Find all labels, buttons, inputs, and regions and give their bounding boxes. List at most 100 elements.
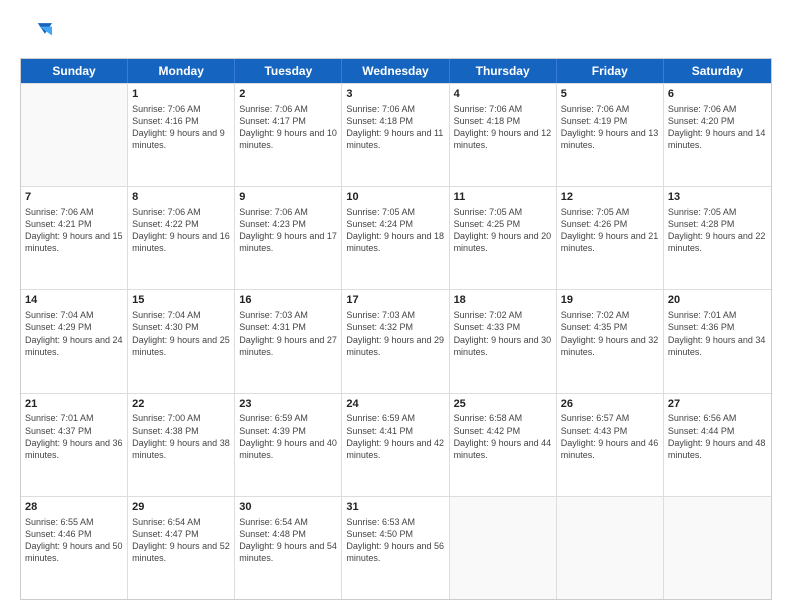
calendar-day-10: 10Sunrise: 7:05 AMSunset: 4:24 PMDayligh… [342,187,449,289]
calendar-week-2: 7Sunrise: 7:06 AMSunset: 4:21 PMDaylight… [21,186,771,289]
calendar-week-5: 28Sunrise: 6:55 AMSunset: 4:46 PMDayligh… [21,496,771,599]
day-number: 22 [132,397,230,412]
calendar-day-22: 22Sunrise: 7:00 AMSunset: 4:38 PMDayligh… [128,394,235,496]
day-info: Sunrise: 7:00 AMSunset: 4:38 PMDaylight:… [132,412,230,461]
day-info: Sunrise: 7:06 AMSunset: 4:22 PMDaylight:… [132,206,230,255]
day-info: Sunrise: 7:03 AMSunset: 4:32 PMDaylight:… [346,309,444,358]
header-day-sunday: Sunday [21,59,128,83]
calendar-header: SundayMondayTuesdayWednesdayThursdayFrid… [21,59,771,83]
day-number: 28 [25,500,123,515]
day-number: 8 [132,190,230,205]
day-info: Sunrise: 6:54 AMSunset: 4:48 PMDaylight:… [239,516,337,565]
calendar-day-28: 28Sunrise: 6:55 AMSunset: 4:46 PMDayligh… [21,497,128,599]
calendar-week-3: 14Sunrise: 7:04 AMSunset: 4:29 PMDayligh… [21,289,771,392]
day-number: 6 [668,87,767,102]
logo-icon [20,16,52,48]
calendar-day-18: 18Sunrise: 7:02 AMSunset: 4:33 PMDayligh… [450,290,557,392]
day-info: Sunrise: 7:02 AMSunset: 4:35 PMDaylight:… [561,309,659,358]
header-day-monday: Monday [128,59,235,83]
calendar-empty-cell [450,497,557,599]
calendar-day-3: 3Sunrise: 7:06 AMSunset: 4:18 PMDaylight… [342,84,449,186]
day-number: 14 [25,293,123,308]
header-day-saturday: Saturday [664,59,771,83]
day-number: 16 [239,293,337,308]
day-number: 26 [561,397,659,412]
page: SundayMondayTuesdayWednesdayThursdayFrid… [0,0,792,612]
calendar-day-7: 7Sunrise: 7:06 AMSunset: 4:21 PMDaylight… [21,187,128,289]
day-info: Sunrise: 7:01 AMSunset: 4:36 PMDaylight:… [668,309,767,358]
calendar-day-16: 16Sunrise: 7:03 AMSunset: 4:31 PMDayligh… [235,290,342,392]
calendar-week-1: 1Sunrise: 7:06 AMSunset: 4:16 PMDaylight… [21,83,771,186]
day-info: Sunrise: 6:53 AMSunset: 4:50 PMDaylight:… [346,516,444,565]
day-info: Sunrise: 7:06 AMSunset: 4:21 PMDaylight:… [25,206,123,255]
calendar-empty-cell [664,497,771,599]
day-info: Sunrise: 7:06 AMSunset: 4:23 PMDaylight:… [239,206,337,255]
calendar-day-26: 26Sunrise: 6:57 AMSunset: 4:43 PMDayligh… [557,394,664,496]
day-info: Sunrise: 7:06 AMSunset: 4:20 PMDaylight:… [668,103,767,152]
day-number: 11 [454,190,552,205]
day-info: Sunrise: 7:04 AMSunset: 4:30 PMDaylight:… [132,309,230,358]
day-number: 29 [132,500,230,515]
day-number: 17 [346,293,444,308]
calendar-empty-cell [21,84,128,186]
day-info: Sunrise: 6:58 AMSunset: 4:42 PMDaylight:… [454,412,552,461]
day-number: 12 [561,190,659,205]
calendar-day-9: 9Sunrise: 7:06 AMSunset: 4:23 PMDaylight… [235,187,342,289]
day-number: 10 [346,190,444,205]
calendar-day-25: 25Sunrise: 6:58 AMSunset: 4:42 PMDayligh… [450,394,557,496]
day-number: 31 [346,500,444,515]
calendar-day-2: 2Sunrise: 7:06 AMSunset: 4:17 PMDaylight… [235,84,342,186]
calendar-day-30: 30Sunrise: 6:54 AMSunset: 4:48 PMDayligh… [235,497,342,599]
day-info: Sunrise: 6:59 AMSunset: 4:41 PMDaylight:… [346,412,444,461]
day-info: Sunrise: 7:06 AMSunset: 4:18 PMDaylight:… [346,103,444,152]
calendar-day-17: 17Sunrise: 7:03 AMSunset: 4:32 PMDayligh… [342,290,449,392]
day-number: 21 [25,397,123,412]
day-info: Sunrise: 7:06 AMSunset: 4:17 PMDaylight:… [239,103,337,152]
day-number: 19 [561,293,659,308]
day-info: Sunrise: 6:59 AMSunset: 4:39 PMDaylight:… [239,412,337,461]
calendar-day-14: 14Sunrise: 7:04 AMSunset: 4:29 PMDayligh… [21,290,128,392]
calendar-day-8: 8Sunrise: 7:06 AMSunset: 4:22 PMDaylight… [128,187,235,289]
day-info: Sunrise: 6:56 AMSunset: 4:44 PMDaylight:… [668,412,767,461]
day-number: 3 [346,87,444,102]
calendar-day-21: 21Sunrise: 7:01 AMSunset: 4:37 PMDayligh… [21,394,128,496]
calendar-day-29: 29Sunrise: 6:54 AMSunset: 4:47 PMDayligh… [128,497,235,599]
day-number: 27 [668,397,767,412]
calendar: SundayMondayTuesdayWednesdayThursdayFrid… [20,58,772,600]
day-number: 13 [668,190,767,205]
day-number: 24 [346,397,444,412]
day-number: 15 [132,293,230,308]
day-number: 25 [454,397,552,412]
calendar-empty-cell [557,497,664,599]
calendar-day-6: 6Sunrise: 7:06 AMSunset: 4:20 PMDaylight… [664,84,771,186]
calendar-day-13: 13Sunrise: 7:05 AMSunset: 4:28 PMDayligh… [664,187,771,289]
day-info: Sunrise: 7:05 AMSunset: 4:28 PMDaylight:… [668,206,767,255]
calendar-day-11: 11Sunrise: 7:05 AMSunset: 4:25 PMDayligh… [450,187,557,289]
day-number: 7 [25,190,123,205]
day-number: 30 [239,500,337,515]
calendar-day-1: 1Sunrise: 7:06 AMSunset: 4:16 PMDaylight… [128,84,235,186]
calendar-day-27: 27Sunrise: 6:56 AMSunset: 4:44 PMDayligh… [664,394,771,496]
day-number: 9 [239,190,337,205]
calendar-day-19: 19Sunrise: 7:02 AMSunset: 4:35 PMDayligh… [557,290,664,392]
day-info: Sunrise: 7:02 AMSunset: 4:33 PMDaylight:… [454,309,552,358]
calendar-day-20: 20Sunrise: 7:01 AMSunset: 4:36 PMDayligh… [664,290,771,392]
day-number: 20 [668,293,767,308]
calendar-day-23: 23Sunrise: 6:59 AMSunset: 4:39 PMDayligh… [235,394,342,496]
calendar-day-12: 12Sunrise: 7:05 AMSunset: 4:26 PMDayligh… [557,187,664,289]
day-info: Sunrise: 7:06 AMSunset: 4:18 PMDaylight:… [454,103,552,152]
logo [20,16,56,48]
calendar-week-4: 21Sunrise: 7:01 AMSunset: 4:37 PMDayligh… [21,393,771,496]
header-day-tuesday: Tuesday [235,59,342,83]
day-number: 1 [132,87,230,102]
header-day-friday: Friday [557,59,664,83]
day-number: 4 [454,87,552,102]
day-info: Sunrise: 7:05 AMSunset: 4:25 PMDaylight:… [454,206,552,255]
day-info: Sunrise: 7:05 AMSunset: 4:26 PMDaylight:… [561,206,659,255]
calendar-body: 1Sunrise: 7:06 AMSunset: 4:16 PMDaylight… [21,83,771,599]
day-number: 18 [454,293,552,308]
calendar-day-5: 5Sunrise: 7:06 AMSunset: 4:19 PMDaylight… [557,84,664,186]
header-day-thursday: Thursday [450,59,557,83]
calendar-day-24: 24Sunrise: 6:59 AMSunset: 4:41 PMDayligh… [342,394,449,496]
day-number: 5 [561,87,659,102]
